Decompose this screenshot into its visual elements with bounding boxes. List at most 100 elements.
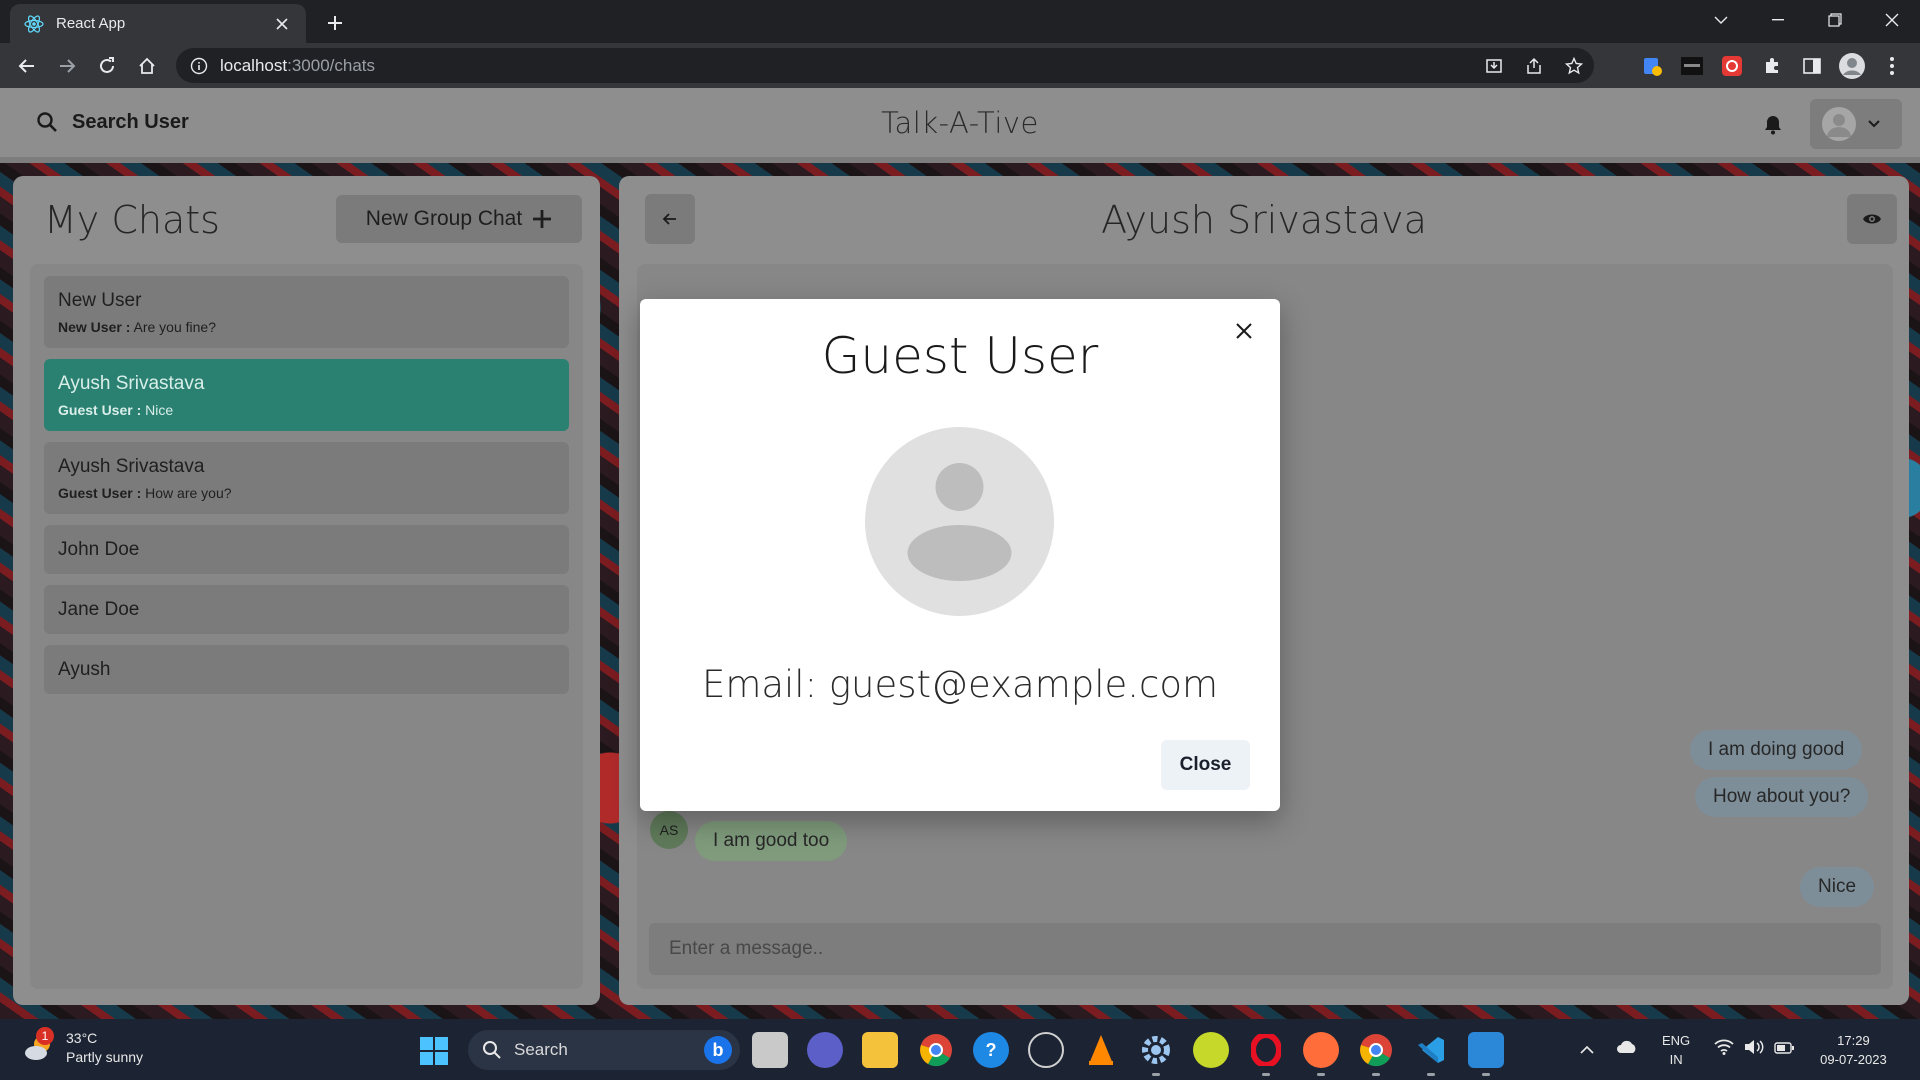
close-icon[interactable] — [1228, 315, 1260, 347]
onedrive-cloud-icon[interactable] — [1616, 1040, 1638, 1059]
vlc-icon[interactable] — [1083, 1032, 1119, 1068]
chat-name: Ayush — [58, 658, 111, 680]
weather-condition: Partly sunny — [66, 1049, 144, 1065]
share-icon[interactable] — [1514, 57, 1554, 75]
battery-icon[interactable] — [1774, 1041, 1795, 1059]
settings-gear-icon[interactable] — [1138, 1032, 1174, 1076]
new-group-chat-label: New Group Chat — [365, 207, 523, 230]
weather-widget[interactable]: 1 33°C Partly sunny — [22, 1027, 144, 1067]
window-controls — [1692, 0, 1920, 40]
volume-icon[interactable] — [1744, 1039, 1764, 1060]
bookmark-star-icon[interactable] — [1554, 56, 1594, 75]
app-header: Search User Talk-A-Tive — [0, 88, 1920, 163]
message-bubble: Nice — [1800, 867, 1875, 907]
profile-menu-button[interactable] — [1810, 99, 1902, 149]
chat-list-item[interactable]: Ayush Srivastava Guest User : Nice — [44, 359, 569, 431]
task-view-icon[interactable] — [752, 1032, 788, 1068]
address-bar[interactable]: localhost:3000/chats — [176, 48, 1594, 83]
chevron-up-icon[interactable] — [1580, 1041, 1594, 1059]
app-page: Search User Talk-A-Tive My Chats New Gro… — [0, 88, 1920, 1019]
my-chats-heading: My Chats — [44, 198, 220, 242]
system-tray: ENG IN 17:29 09-07-2023 — [1580, 1019, 1887, 1080]
postman-icon[interactable] — [1303, 1032, 1339, 1076]
kebab-menu-icon[interactable] — [1878, 52, 1906, 80]
language-indicator[interactable]: ENG IN — [1662, 1031, 1690, 1069]
windows-start-icon[interactable] — [420, 1037, 448, 1065]
obs-icon[interactable] — [1028, 1032, 1064, 1068]
message-bubble: I am good too — [695, 821, 848, 861]
profile-modal: Guest User Email: guest@example.com Clos… — [640, 299, 1280, 811]
bell-icon[interactable] — [1764, 115, 1784, 135]
chevron-down-icon — [1868, 120, 1880, 128]
chat-name: John Doe — [58, 538, 140, 560]
modal-close-button[interactable]: Close — [1161, 740, 1250, 790]
url-text: localhost:3000/chats — [220, 55, 376, 75]
chat-list-item[interactable]: Ayush Srivastava Guest User : How are yo… — [44, 442, 569, 514]
browser-toolbar: localhost:3000/chats — [0, 43, 1920, 88]
view-profile-button[interactable] — [1847, 194, 1897, 244]
extension-icon[interactable] — [1718, 52, 1746, 80]
app-title: Talk-A-Tive — [881, 106, 1039, 140]
chat-list-item[interactable]: New User New User : Are you fine? — [44, 276, 569, 348]
restore-icon[interactable] — [1806, 0, 1863, 40]
app-icon[interactable] — [1468, 1032, 1504, 1076]
chat-preview: Guest User : How are you? — [58, 484, 232, 501]
chat-name: Ayush Srivastava — [58, 455, 205, 477]
file-explorer-icon[interactable] — [862, 1032, 898, 1068]
back-arrow-icon[interactable] — [12, 51, 42, 81]
close-window-icon[interactable] — [1863, 0, 1920, 40]
message-bubble: I am doing good — [1690, 730, 1863, 770]
extension-icon[interactable] — [1678, 52, 1706, 80]
plus-icon — [532, 209, 552, 229]
chat-list-item[interactable]: Jane Doe — [44, 585, 569, 634]
message-bubble: How about you? — [1695, 777, 1869, 817]
help-icon[interactable]: ? — [973, 1032, 1009, 1068]
teams-icon[interactable] — [807, 1032, 843, 1068]
chrome-icon[interactable] — [1358, 1032, 1394, 1076]
new-tab-icon[interactable] — [322, 10, 348, 36]
chat-list-item[interactable]: John Doe — [44, 525, 569, 574]
eye-icon — [1863, 214, 1881, 224]
avatar — [1822, 107, 1856, 141]
tab-search-icon[interactable] — [1692, 0, 1749, 40]
chat-title: Ayush Srivastava — [1101, 198, 1427, 242]
search-icon — [482, 1040, 502, 1060]
browser-tab[interactable]: React App — [10, 4, 306, 43]
bing-icon[interactable]: b — [704, 1036, 732, 1064]
message-input[interactable] — [649, 923, 1881, 975]
browser-tab-strip: React App — [0, 0, 1920, 43]
tab-title: React App — [56, 15, 126, 32]
chat-list-item[interactable]: Ayush — [44, 645, 569, 694]
notification-badge: 1 — [36, 1027, 54, 1045]
new-group-chat-button[interactable]: New Group Chat — [336, 195, 582, 243]
modal-email: Email: guest@example.com — [701, 663, 1219, 706]
profile-picture — [865, 427, 1054, 616]
minimize-icon[interactable] — [1749, 0, 1806, 40]
chat-name: New User — [58, 289, 142, 311]
sender-avatar: AS — [650, 811, 688, 849]
chrome-icon[interactable] — [918, 1032, 954, 1068]
tab-close-icon[interactable] — [272, 14, 292, 34]
chat-name: Ayush Srivastava — [58, 372, 205, 394]
temperature: 33°C — [66, 1030, 98, 1046]
windows-taskbar: 1 33°C Partly sunny Search b ? ENG IN 17:… — [0, 1019, 1920, 1080]
chat-preview: New User : Are you fine? — [58, 318, 216, 335]
wifi-icon[interactable] — [1714, 1039, 1734, 1060]
forward-arrow-icon[interactable] — [52, 51, 82, 81]
reload-icon[interactable] — [92, 51, 122, 81]
opera-icon[interactable] — [1248, 1032, 1284, 1076]
install-app-icon[interactable] — [1474, 57, 1514, 75]
taskbar-search[interactable]: Search b — [468, 1030, 740, 1070]
vscode-icon[interactable] — [1413, 1032, 1449, 1076]
home-icon[interactable] — [132, 51, 162, 81]
app-icon[interactable] — [1193, 1032, 1229, 1068]
site-info-icon[interactable] — [190, 57, 208, 75]
taskbar-search-label: Search — [514, 1040, 568, 1059]
clock[interactable]: 17:29 09-07-2023 — [1820, 1031, 1887, 1069]
puzzle-icon[interactable] — [1758, 52, 1786, 80]
extension-icon[interactable] — [1638, 52, 1666, 80]
modal-title: Guest User — [821, 327, 1099, 385]
chat-preview: Guest User : Nice — [58, 401, 174, 418]
side-panel-icon[interactable] — [1798, 52, 1826, 80]
profile-avatar-icon[interactable] — [1838, 52, 1866, 80]
